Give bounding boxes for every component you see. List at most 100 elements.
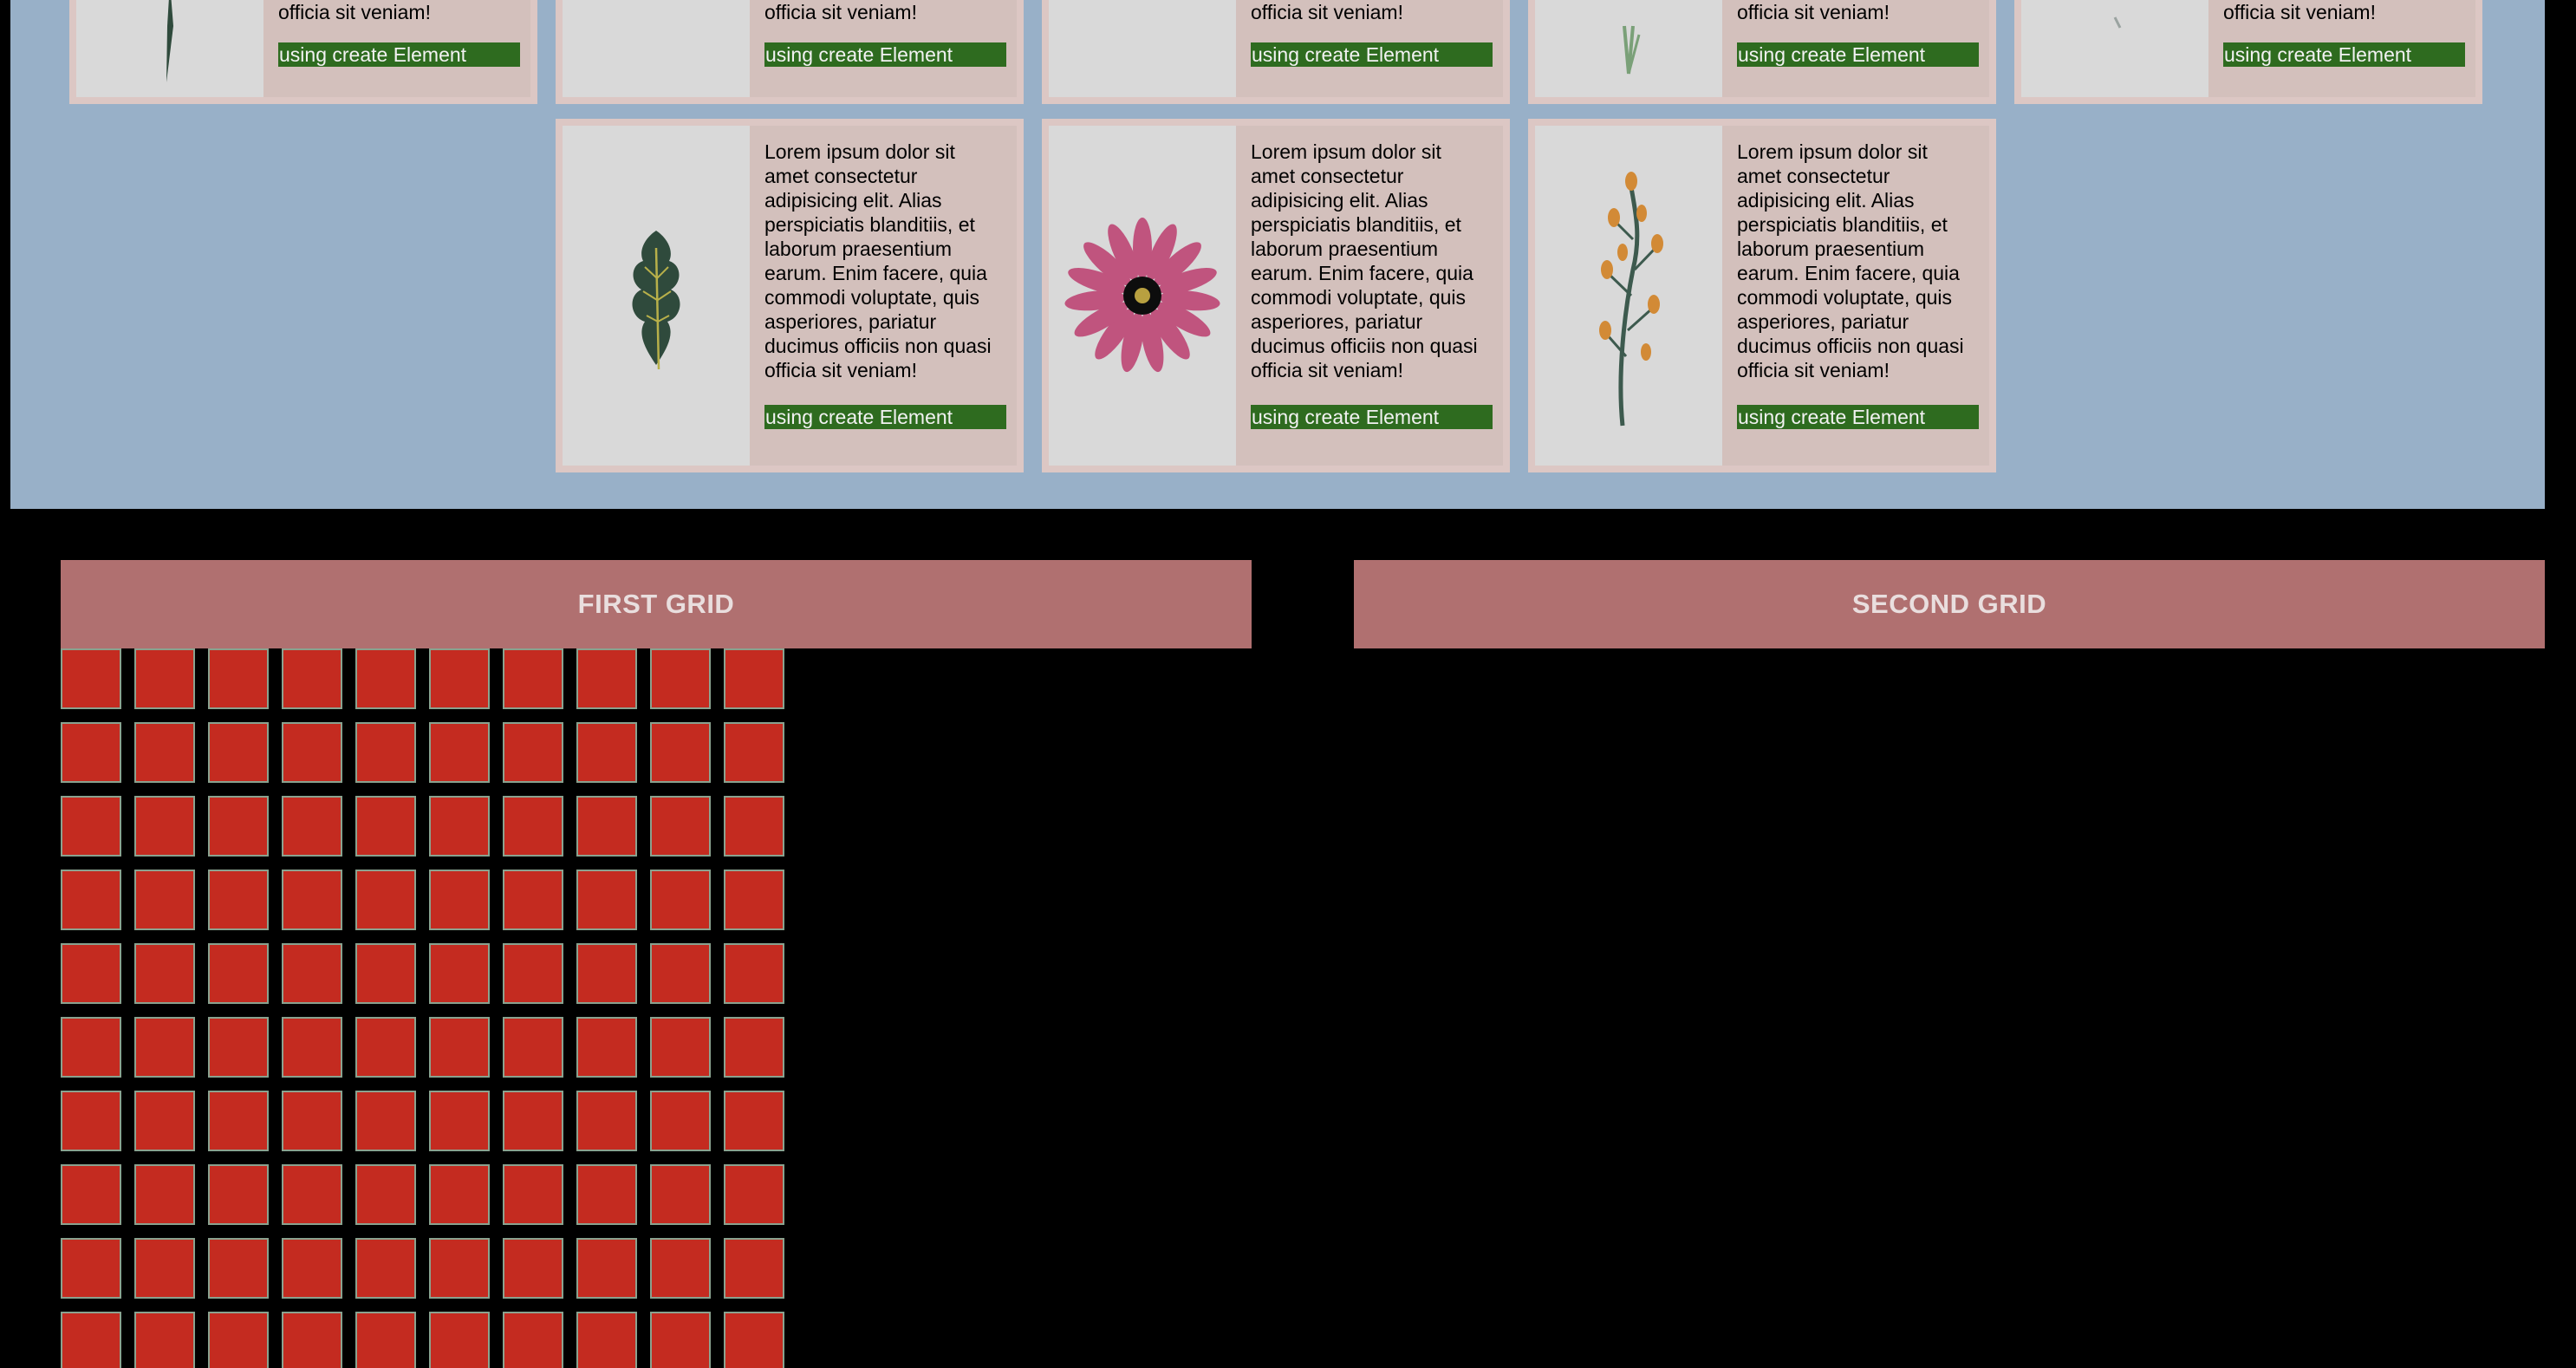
create-element-button[interactable]: using create Element — [1737, 42, 1979, 67]
card: Lorem ipsum dolor sit amet consectetur a… — [556, 119, 1024, 472]
card-description: Lorem ipsum dolor sit amet consectetur a… — [1737, 140, 1964, 381]
create-element-button[interactable]: using create Element — [1251, 405, 1493, 429]
grid-square — [208, 1164, 269, 1225]
grid-square — [208, 1091, 269, 1151]
grid-square — [208, 648, 269, 709]
card-description: officia sit veniam! — [764, 1, 917, 23]
grid-square — [576, 1164, 637, 1225]
grid-square — [61, 943, 121, 1004]
orange-berry-branch-icon — [1599, 172, 1663, 427]
grid-square — [650, 1164, 711, 1225]
card-image — [1049, 126, 1236, 466]
grid-square — [576, 1017, 637, 1078]
grid-square — [134, 1164, 195, 1225]
grid-square — [61, 722, 121, 783]
grid-square — [503, 870, 563, 930]
grid-square — [134, 796, 195, 857]
grid-square — [61, 1312, 121, 1368]
grid-square — [576, 1238, 637, 1299]
grid-square — [650, 1312, 711, 1368]
grid-square — [208, 1238, 269, 1299]
card-body: officia sit veniam! using create Element — [1722, 0, 1989, 97]
card-description: officia sit veniam! — [278, 1, 431, 23]
grid-square — [503, 1164, 563, 1225]
grid-square — [134, 1238, 195, 1299]
grid-square — [503, 1017, 563, 1078]
create-element-button[interactable]: using create Element — [2223, 42, 2465, 67]
grid-square — [355, 943, 416, 1004]
grid-square — [282, 796, 342, 857]
create-element-button[interactable]: using create Element — [764, 42, 1006, 67]
grid-square — [61, 648, 121, 709]
card: officia sit veniam! using create Element — [2014, 0, 2482, 104]
grid-square — [355, 1312, 416, 1368]
grid-square — [282, 1164, 342, 1225]
card-description: officia sit veniam! — [1737, 1, 1890, 23]
card-body: Lorem ipsum dolor sit amet consectetur a… — [750, 126, 1017, 466]
grid-square — [429, 1164, 490, 1225]
card-body: officia sit veniam! using create Element — [2208, 0, 2475, 97]
card: officia sit veniam! using create Element — [1528, 0, 1996, 104]
grid-square — [282, 1238, 342, 1299]
grid-square — [134, 870, 195, 930]
grid-square — [429, 1312, 490, 1368]
grid-square — [61, 1091, 121, 1151]
card-body: Lorem ipsum dolor sit amet consectetur a… — [1722, 126, 1989, 466]
grid-square — [134, 1091, 195, 1151]
grid-square — [576, 648, 637, 709]
grass-blade-icon — [166, 0, 173, 82]
grid-square — [576, 870, 637, 930]
grid-square — [282, 1312, 342, 1368]
card-body: officia sit veniam! using create Element — [750, 0, 1017, 97]
card-description: officia sit veniam! — [1251, 1, 1403, 23]
first-grid — [61, 648, 789, 1368]
grid-square — [134, 1312, 195, 1368]
card-image — [76, 0, 263, 97]
card-image — [563, 0, 750, 97]
card: officia sit veniam! using create Element — [556, 0, 1024, 104]
grid-square — [134, 722, 195, 783]
grid-square — [208, 1017, 269, 1078]
card-body: officia sit veniam! using create Element — [1236, 0, 1503, 97]
card-panel: officia sit veniam! using create Element… — [10, 0, 2545, 509]
grid-square — [724, 648, 784, 709]
grid-square — [282, 1017, 342, 1078]
grid-square — [208, 943, 269, 1004]
grid-square — [282, 1091, 342, 1151]
card-image — [2021, 0, 2208, 97]
create-element-button[interactable]: using create Element — [1251, 42, 1493, 67]
grid-square — [429, 943, 490, 1004]
grid-square — [503, 943, 563, 1004]
grid-square — [355, 1238, 416, 1299]
grid-square — [61, 870, 121, 930]
grid-square — [61, 1017, 121, 1078]
first-grid-header: FIRST GRID — [61, 560, 1252, 648]
second-grid-header: SECOND GRID — [1354, 560, 2545, 648]
grid-square — [576, 796, 637, 857]
create-element-button[interactable]: using create Element — [278, 42, 520, 67]
create-element-button[interactable]: using create Element — [764, 405, 1006, 429]
grid-square — [650, 1238, 711, 1299]
grid-square — [355, 722, 416, 783]
grid-square — [724, 722, 784, 783]
grid-square — [503, 722, 563, 783]
grid-square — [282, 722, 342, 783]
create-element-button[interactable]: using create Element — [1737, 405, 1979, 429]
card-description: Lorem ipsum dolor sit amet consectetur a… — [1251, 140, 1478, 381]
grid-square — [650, 796, 711, 857]
card-body: officia sit veniam! using create Element — [263, 0, 530, 97]
grid-square — [576, 943, 637, 1004]
grid-square — [650, 943, 711, 1004]
card-body: Lorem ipsum dolor sit amet consectetur a… — [1236, 126, 1503, 466]
grid-square — [724, 1238, 784, 1299]
grid-square — [503, 1238, 563, 1299]
grid-square — [429, 1017, 490, 1078]
grid-square — [429, 1238, 490, 1299]
grid-square — [355, 870, 416, 930]
leaf-icon — [632, 231, 680, 370]
grid-square — [724, 870, 784, 930]
grid-square — [724, 1312, 784, 1368]
card-image — [1535, 126, 1722, 466]
grid-square — [429, 1091, 490, 1151]
grid-square — [134, 1017, 195, 1078]
